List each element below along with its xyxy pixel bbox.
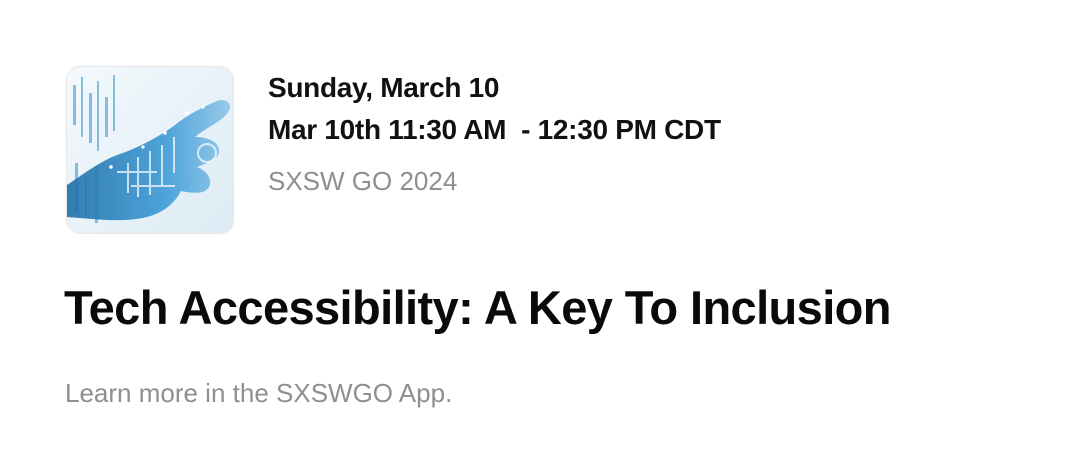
digital-hand-image (67, 67, 233, 233)
session-date: Sunday, March 10 (268, 72, 500, 103)
event-name: SXSW GO 2024 (268, 166, 458, 196)
learn-more-link[interactable]: Learn more in the SXSWGO App. (65, 376, 452, 410)
session-thumbnail-image[interactable] (66, 66, 234, 234)
session-time-range: Mar 10th 11:30 AM - 12:30 PM CDT (268, 114, 721, 145)
session-title[interactable]: Tech Accessibility: A Key To Inclusion (64, 278, 891, 338)
session-meta: Sunday, March 10 Mar 10th 11:30 AM - 12:… (268, 70, 721, 198)
session-card: Sunday, March 10 Mar 10th 11:30 AM - 12:… (0, 0, 1080, 475)
